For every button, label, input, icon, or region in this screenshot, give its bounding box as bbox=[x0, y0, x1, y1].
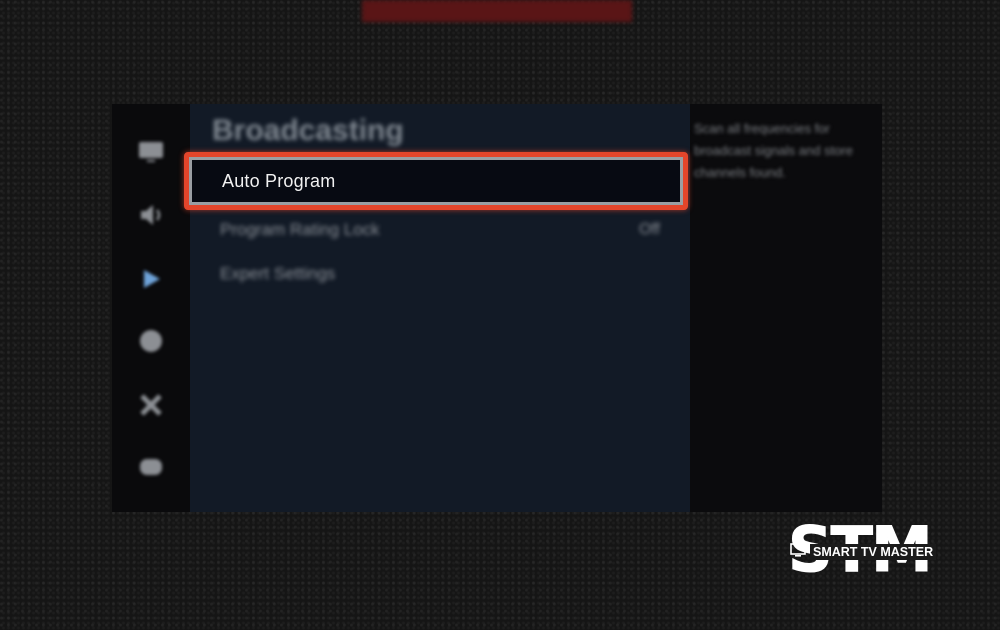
menu-item-expert-settings[interactable]: Expert Settings bbox=[220, 264, 335, 284]
settings-icon-rail bbox=[112, 104, 190, 512]
tv-icon bbox=[790, 543, 806, 557]
help-panel: Scan all frequencies for broadcast signa… bbox=[690, 104, 882, 512]
sound-icon[interactable] bbox=[136, 200, 166, 230]
menu-item-auto-program[interactable]: Auto Program bbox=[184, 152, 688, 210]
top-banner bbox=[362, 0, 632, 22]
auto-program-label: Auto Program bbox=[222, 170, 336, 191]
network-icon[interactable] bbox=[136, 326, 166, 356]
help-text: Scan all frequencies for broadcast signa… bbox=[694, 121, 853, 180]
stm-watermark-logo: STM SMART TV MASTER bbox=[788, 513, 940, 587]
menu-item-program-rating-lock[interactable]: Program Rating Lock bbox=[220, 220, 380, 240]
system-icon[interactable] bbox=[136, 390, 166, 420]
support-icon[interactable] bbox=[136, 452, 166, 482]
picture-icon[interactable] bbox=[136, 136, 166, 166]
menu-title: Broadcasting bbox=[212, 114, 404, 147]
auto-program-row: Auto Program bbox=[192, 160, 680, 202]
logo-subtitle: SMART TV MASTER bbox=[810, 544, 937, 560]
program-rating-lock-value: Off bbox=[638, 221, 660, 238]
broadcasting-icon[interactable] bbox=[136, 264, 166, 294]
